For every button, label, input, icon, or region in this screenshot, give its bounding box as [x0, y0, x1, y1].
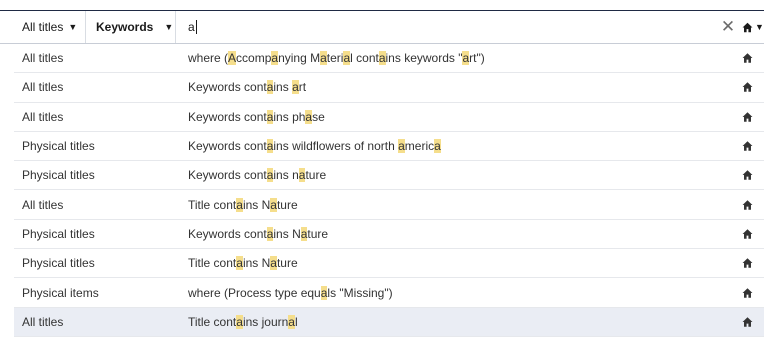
match-highlight: a	[270, 197, 277, 212]
suggestion-row[interactable]: All titles Keywords contains art	[14, 73, 764, 103]
suggestion-scope: All titles	[22, 51, 64, 66]
caret-down-icon: ▼	[755, 22, 764, 32]
suggestion-description: Title contains Nature	[188, 197, 298, 212]
suggestion-row[interactable]: Physical titles Keywords contains wildflo…	[14, 132, 764, 162]
match-highlight: a	[236, 314, 243, 329]
match-highlight: a	[343, 51, 351, 66]
match-highlight: a	[292, 80, 299, 95]
match-highlight: a	[300, 226, 308, 241]
match-highlight: a	[266, 80, 274, 95]
suggestion-description: where (Process type equals "Missing")	[188, 285, 393, 300]
suggestion-row[interactable]: Physical titles Keywords contains nature	[14, 161, 764, 191]
home-icon	[742, 53, 753, 63]
home-icon	[742, 317, 753, 327]
suggestion-row[interactable]: All titles where (Accompanying Material c…	[14, 44, 764, 74]
suggestion-description: where (Accompanying Material contains ke…	[188, 51, 485, 66]
suggestion-row[interactable]: All titles Title contains Nature	[14, 190, 764, 220]
match-highlight: a	[462, 51, 470, 66]
suggestion-list: All titles where (Accompanying Material c…	[14, 44, 764, 337]
suggestion-description: Keywords contains phase	[188, 109, 325, 124]
search-scope-dropdown[interactable]: All titles ▼	[14, 11, 86, 43]
match-highlight: a	[320, 51, 327, 66]
match-highlight: a	[398, 139, 405, 154]
match-highlight: a	[271, 51, 279, 66]
match-highlight: a	[266, 139, 274, 154]
match-highlight: a	[378, 51, 386, 66]
match-highlight: a	[266, 168, 274, 183]
match-highlight: a	[320, 285, 328, 300]
suggestion-description: Title contains Nature	[188, 256, 298, 271]
search-input[interactable]: a	[188, 11, 688, 43]
suggestion-scope: All titles	[22, 197, 64, 212]
match-highlight: a	[288, 314, 295, 329]
suggestion-description: Keywords contains wildflowers of north a…	[188, 139, 441, 154]
suggestion-scope: Physical titles	[22, 256, 95, 271]
suggestion-row[interactable]: All titles Title contains journal	[14, 307, 764, 337]
home-icon	[742, 258, 753, 268]
text-cursor	[195, 20, 197, 34]
search-query-text: a	[188, 20, 195, 34]
suggestion-scope: Physical items	[22, 285, 99, 300]
suggestion-scope: Physical titles	[22, 139, 95, 154]
match-highlight: A	[228, 51, 237, 66]
match-highlight: a	[298, 168, 306, 183]
home-icon	[742, 287, 753, 298]
search-field-label: Keywords	[96, 20, 154, 34]
suggestion-scope: All titles	[22, 80, 64, 95]
suggestion-row[interactable]: Physical items where (Process type equals…	[14, 278, 764, 308]
home-icon	[742, 82, 753, 93]
suggestion-scope: Physical titles	[22, 226, 95, 241]
match-highlight: a	[266, 109, 274, 124]
suggestion-row[interactable]: All titles Keywords contains phase	[14, 103, 764, 132]
home-icon	[742, 170, 753, 181]
match-highlight: a	[266, 226, 274, 241]
suggestion-description: Keywords contains art	[188, 80, 307, 95]
suggestion-scope: All titles	[22, 314, 64, 329]
search-field-dropdown[interactable]: Keywords ▼	[86, 11, 176, 43]
suggestion-scope: Physical titles	[22, 168, 95, 183]
search-scope-label: All titles	[22, 20, 64, 34]
match-highlight: a	[434, 139, 441, 154]
match-highlight: a	[305, 109, 313, 124]
close-icon[interactable]: ✕	[718, 11, 738, 43]
home-icon	[742, 22, 753, 32]
match-highlight: a	[236, 197, 243, 212]
home-icon	[742, 141, 753, 151]
home-icon	[742, 111, 753, 122]
suggestion-description: Keywords contains Nature	[188, 226, 329, 241]
home-icon	[742, 229, 753, 239]
suggestion-scope: All titles	[22, 109, 64, 124]
suggestion-row[interactable]: Physical titles Title contains Nature	[14, 249, 764, 279]
suggestion-description: Title contains journal	[188, 314, 298, 329]
suggestion-row[interactable]: Physical titles Keywords contains Nature	[14, 220, 764, 250]
match-highlight: a	[236, 256, 243, 271]
caret-down-icon: ▼	[68, 22, 78, 32]
home-icon	[742, 199, 753, 210]
search-bar: All titles ▼ Keywords ▼ a ✕ ▼	[0, 10, 764, 44]
match-highlight: a	[270, 256, 277, 271]
home-scope-dropdown[interactable]: ▼	[742, 11, 764, 43]
search-widget: All titles ▼ Keywords ▼ a ✕ ▼ All titles…	[0, 0, 764, 347]
suggestion-description: Keywords contains nature	[188, 168, 327, 183]
caret-down-icon: ▼	[164, 22, 174, 32]
